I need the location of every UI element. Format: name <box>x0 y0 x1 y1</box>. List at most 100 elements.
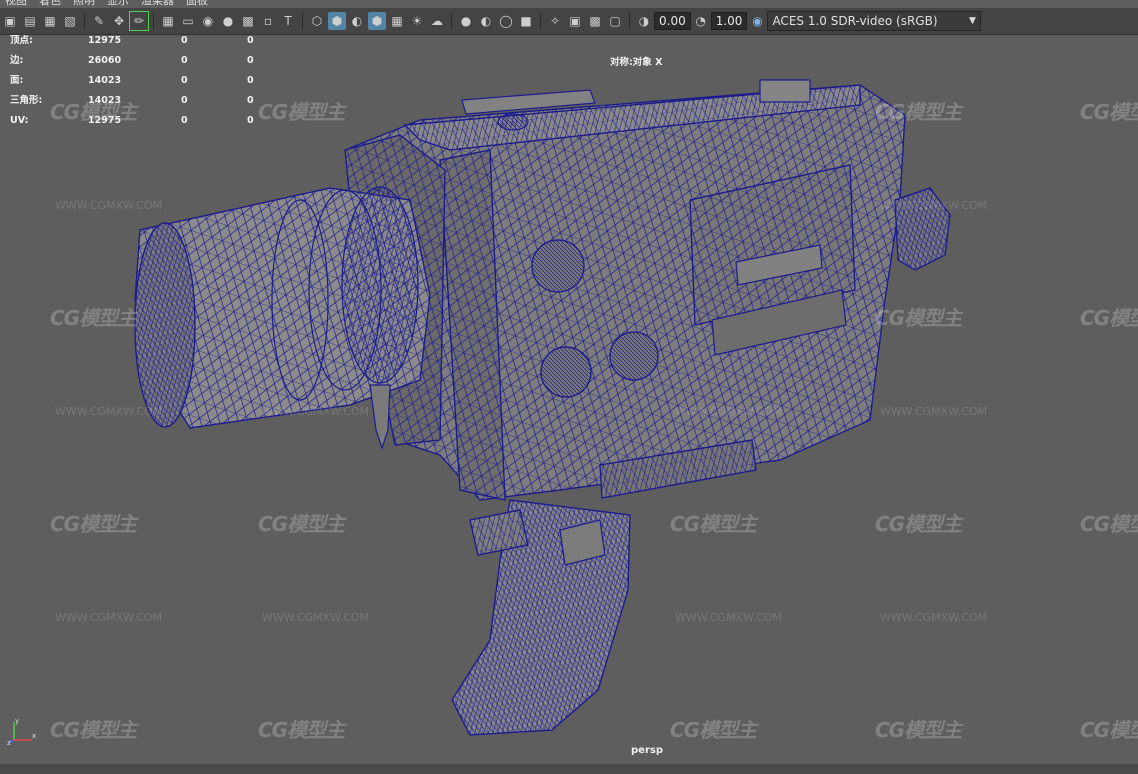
axis-x-label: x <box>32 732 36 740</box>
hud-value: 0 <box>247 75 254 86</box>
toolbar-divider <box>451 12 452 30</box>
hud-value: 12975 <box>88 115 122 126</box>
chevron-down-icon: ▼ <box>968 16 976 26</box>
depth-of-field-icon[interactable]: ■ <box>517 12 535 30</box>
axis-z-label: z <box>7 739 11 746</box>
menu-renderer[interactable]: 渲染器 <box>136 0 181 8</box>
viewport-bottom-edge <box>0 764 1138 774</box>
menu-shading[interactable]: 着色 <box>34 0 68 8</box>
hud-value: 14023 <box>88 75 122 86</box>
hud-value: 0 <box>247 55 254 66</box>
camera-attributes-icon[interactable]: ▤ <box>21 12 39 30</box>
exposure-field[interactable]: 0.00 <box>654 12 691 30</box>
axis-y-label: y <box>15 717 19 725</box>
smooth-shade-icon[interactable]: ⬢ <box>328 12 346 30</box>
2d-pan-zoom-icon[interactable]: ✥ <box>110 12 128 30</box>
camera-grip <box>451 499 631 736</box>
menu-lighting[interactable]: 照明 <box>68 0 102 8</box>
viewport-toolbar: ▣ ▤ ▦ ▧ ✎ ✥ ✏ ▦ ▭ ◉ ● ▩ ▫ T ⬡ ⬢ ◐ ⬢ ▦ ☀ … <box>0 8 1138 35</box>
grid-icon[interactable]: ▦ <box>159 12 177 30</box>
hud-value: 0 <box>181 95 188 106</box>
film-gate-icon[interactable]: ▭ <box>179 12 197 30</box>
hud-value: 26060 <box>88 55 122 66</box>
image-plane-icon[interactable]: ▧ <box>61 12 79 30</box>
color-management-icon[interactable]: ◉ <box>748 12 766 30</box>
field-chart-icon[interactable]: ▩ <box>239 12 257 30</box>
watermark-url: WWW.CGMXW.COM <box>262 405 370 418</box>
view-transform-dropdown[interactable]: ACES 1.0 SDR-video (sRGB) ▼ <box>767 11 982 31</box>
watermark-logo: CG模型主 <box>670 718 757 742</box>
watermark-url: WWW.CGMXW.COM <box>675 405 783 418</box>
isolate-select-icon[interactable]: ✧ <box>546 12 564 30</box>
gate-mask-icon[interactable]: ● <box>219 12 237 30</box>
watermark-logo: CG模型主 <box>1080 306 1138 330</box>
hud-value: 0 <box>181 55 188 66</box>
viewport-3d[interactable]: 视图 着色 照明 显示 渲染器 面板 ▣ ▤ ▦ ▧ ✎ ✥ ✏ ▦ ▭ ◉ ●… <box>0 0 1138 774</box>
wireframe-icon[interactable]: ⬡ <box>308 12 326 30</box>
default-material-icon[interactable]: ◐ <box>348 12 366 30</box>
hud-value: 0 <box>247 35 254 46</box>
shadows-icon[interactable]: ☁ <box>428 12 446 30</box>
textured-icon[interactable]: ▦ <box>388 12 406 30</box>
watermark-logo: CG模型主 <box>50 512 137 536</box>
grease-pencil-icon[interactable]: ✎ <box>90 12 108 30</box>
watermark-logo: CG模型主 <box>875 512 962 536</box>
hud-row-uvs: UV: 12975 0 0 <box>10 114 267 134</box>
watermark-url: WWW.CGMXW.COM <box>55 611 163 624</box>
watermark-url: WWW.CGMXW.COM <box>55 199 163 212</box>
watermark-logo: CG模型主 <box>50 718 137 742</box>
lighting-icon[interactable]: ☀ <box>408 12 426 30</box>
pencil-icon[interactable]: ✏ <box>129 11 149 31</box>
watermark-logo: CG模型主 <box>1080 100 1138 124</box>
hud-value: 0 <box>181 75 188 86</box>
anti-aliasing-icon[interactable]: ◯ <box>497 12 515 30</box>
resolution-gate-icon[interactable]: ◉ <box>199 12 217 30</box>
watermark-logo: CG模型主 <box>875 306 962 330</box>
motion-blur-icon[interactable]: ◐ <box>477 12 495 30</box>
xray-icon[interactable]: ▣ <box>566 12 584 30</box>
watermark-logo: CG模型主 <box>1080 512 1138 536</box>
hud-value: 0 <box>247 95 254 106</box>
hud-row-faces: 面: 14023 0 0 <box>10 74 267 94</box>
ambient-occlusion-icon[interactable]: ● <box>457 12 475 30</box>
camera-icon[interactable]: ▣ <box>1 12 19 30</box>
viewport-menu-bar: 视图 着色 照明 显示 渲染器 面板 <box>0 0 1138 8</box>
safe-title-icon[interactable]: T <box>279 12 297 30</box>
menu-view[interactable]: 视图 <box>0 0 34 8</box>
watermark-url: WWW.CGMXW.COM <box>675 611 783 624</box>
watermark-url: WWW.CGMXW.COM <box>55 405 163 418</box>
gamma-icon[interactable]: ◔ <box>692 12 710 30</box>
menu-panels[interactable]: 面板 <box>181 0 215 8</box>
watermark-logo: CG模型主 <box>875 100 962 124</box>
xray-active-components-icon[interactable]: ▩ <box>586 12 604 30</box>
hud-row-edges: 边: 26060 0 0 <box>10 54 267 74</box>
watermark-logo: CG模型主 <box>258 718 345 742</box>
toolbar-divider <box>84 12 85 30</box>
xray-joints-icon[interactable]: ▢ <box>606 12 624 30</box>
watermark-logo: CG模型主 <box>258 512 345 536</box>
watermark-logo: CG模型主 <box>875 718 962 742</box>
toolbar-divider <box>302 12 303 30</box>
bookmark-icon[interactable]: ▦ <box>41 12 59 30</box>
hud-value: 0 <box>181 35 188 46</box>
symmetry-status: 对称:对象 X <box>610 57 663 68</box>
toolbar-divider <box>540 12 541 30</box>
toolbar-divider <box>153 12 154 30</box>
exposure-icon[interactable]: ◑ <box>635 12 653 30</box>
watermark-url: WWW.CGMXW.COM <box>880 611 988 624</box>
hud-label: 三角形: <box>10 95 43 106</box>
hud-value: 0 <box>181 115 188 126</box>
watermark-logo: CG模型主 <box>258 100 345 124</box>
safe-action-icon[interactable]: ▫ <box>259 12 277 30</box>
hud-row-vertices: 顶点: 12975 0 0 <box>10 34 267 54</box>
hud-value: 14023 <box>88 95 122 106</box>
menu-show[interactable]: 显示 <box>102 0 136 8</box>
hud-label: 面: <box>10 75 24 86</box>
wireframe-on-shaded-icon[interactable]: ⬢ <box>368 12 386 30</box>
hud-value: 12975 <box>88 35 122 46</box>
watermark-url: WWW.CGMXW.COM <box>262 611 370 624</box>
hud-value: 0 <box>247 115 254 126</box>
view-transform-label: ACES 1.0 SDR-video (sRGB) <box>772 14 938 28</box>
hud-label: 边: <box>10 55 24 66</box>
gamma-field[interactable]: 1.00 <box>710 12 748 30</box>
